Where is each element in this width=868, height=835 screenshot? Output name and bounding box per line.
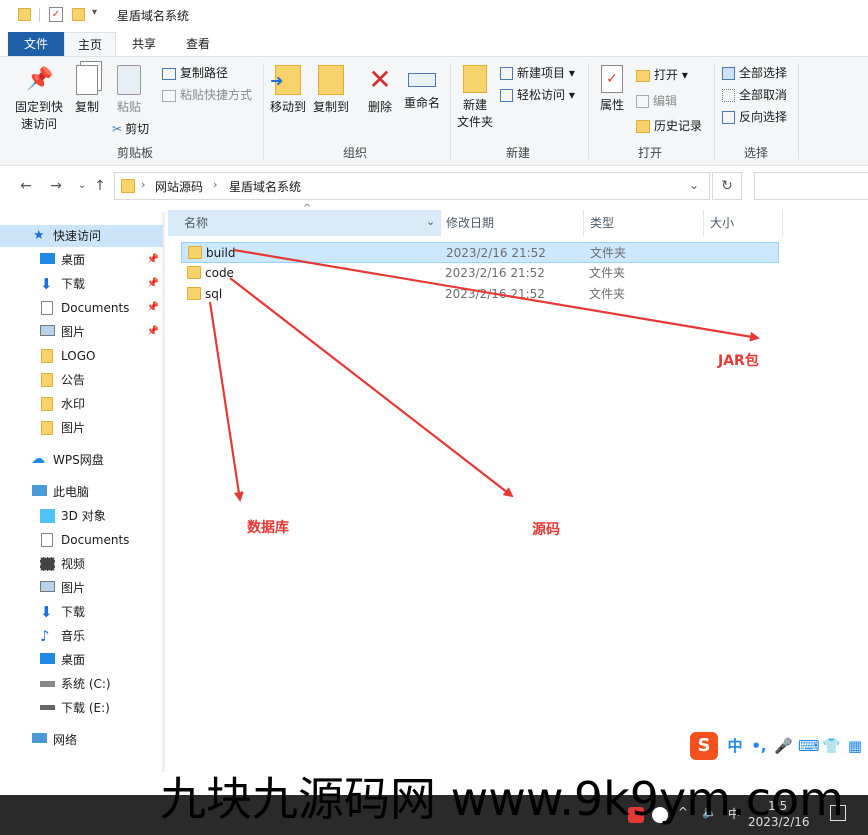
- sogou-logo-icon[interactable]: S: [690, 732, 718, 760]
- arrow-to-jar: [233, 248, 760, 342]
- ime-toolbar: S 中 •, 🎤 ⌨ 👕 ▦: [688, 730, 868, 762]
- annotation-arrows: [208, 248, 760, 502]
- annotation-database: 数据库: [247, 520, 289, 536]
- skin-shirt-icon[interactable]: 👕: [822, 736, 841, 756]
- arrow-to-database: [208, 301, 244, 502]
- arrow-to-source: [229, 277, 514, 498]
- keyboard-icon[interactable]: ⌨: [798, 736, 820, 756]
- microphone-icon[interactable]: 🎤: [774, 736, 793, 756]
- ime-language-toggle[interactable]: 中: [726, 736, 744, 756]
- annotation-jar: JAR包: [718, 353, 759, 369]
- watermark-text: 九块九源码网 www.9k9ym.com: [160, 772, 844, 826]
- annotation-source: 源码: [532, 522, 560, 538]
- ime-punctuation-toggle[interactable]: •,: [750, 736, 768, 756]
- toolbox-grid-icon[interactable]: ▦: [846, 736, 864, 756]
